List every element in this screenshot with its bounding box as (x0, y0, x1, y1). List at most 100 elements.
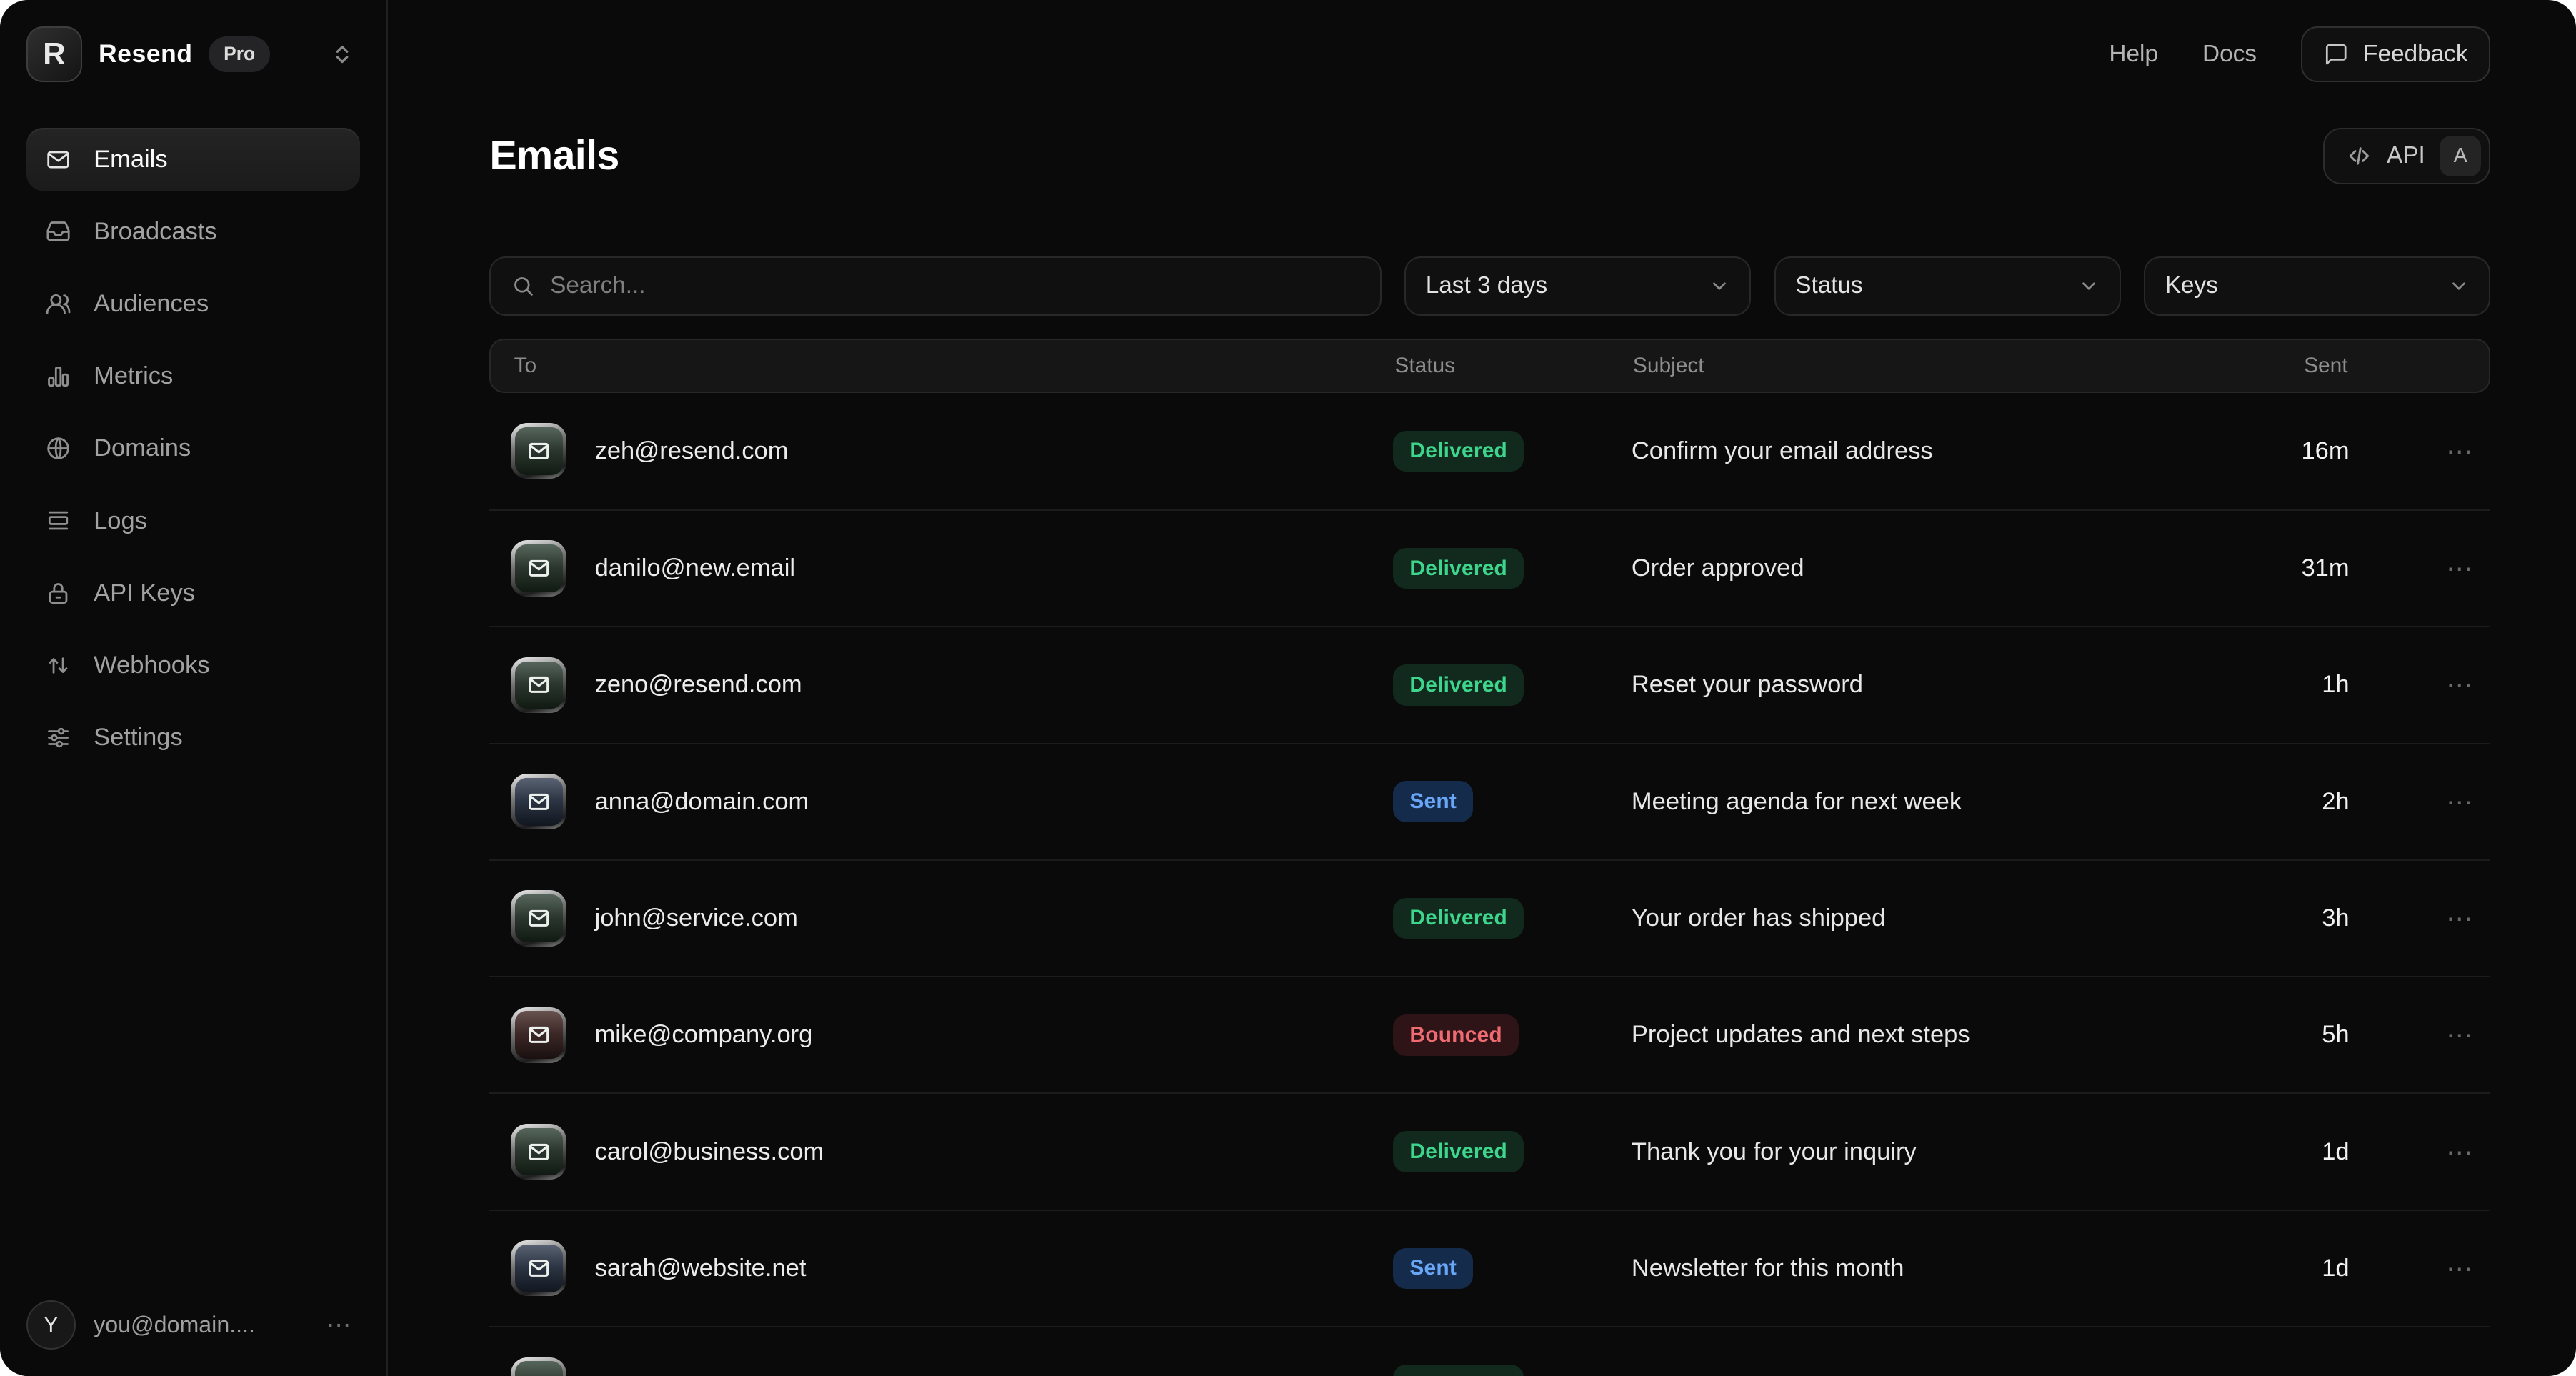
status-badge: Delivered (1393, 548, 1524, 589)
sidebar-item-label: Logs (94, 507, 147, 535)
status-badge: Bounced (1393, 1014, 1518, 1056)
search-icon (511, 274, 536, 299)
email-subject: Order approved (1632, 554, 2251, 582)
sidebar-item-logs[interactable]: Logs (26, 489, 360, 552)
feedback-button[interactable]: Feedback (2301, 26, 2490, 82)
column-subject: Subject (1633, 354, 2250, 378)
table-row[interactable]: danilo@new.email Delivered Order approve… (489, 509, 2490, 626)
page-title: Emails (489, 132, 619, 179)
topbar: Help Docs Feedback (489, 0, 2490, 82)
table-row[interactable]: Delivered ⋯ (489, 1326, 2490, 1376)
table-row[interactable]: john@service.com Delivered Your order ha… (489, 859, 2490, 976)
envelope-icon (526, 905, 552, 932)
status-badge: Sent (1393, 781, 1473, 822)
table-row[interactable]: zeno@resend.com Delivered Reset your pas… (489, 626, 2490, 742)
email-subject: Meeting agenda for next week (1632, 788, 2251, 816)
sidebar-item-label: Metrics (94, 362, 173, 390)
envelope-icon (526, 1022, 552, 1048)
workspace-switcher[interactable]: R Resend Pro (0, 0, 386, 82)
user-email: you@domain.... (94, 1312, 308, 1338)
search-box (489, 256, 1382, 316)
keys-filter[interactable]: Keys (2144, 256, 2490, 316)
metrics-icon (44, 362, 72, 390)
email-subject: Reset your password (1632, 671, 2251, 699)
envelope-icon (526, 438, 552, 464)
table-row[interactable]: zeh@resend.com Delivered Confirm your em… (489, 393, 2490, 509)
envelope-tile (511, 657, 566, 713)
sidebar-item-domains[interactable]: Domains (26, 417, 360, 479)
chevron-down-icon (1709, 275, 1730, 296)
logs-icon (44, 507, 72, 534)
sidebar-item-webhooks[interactable]: Webhooks (26, 634, 360, 697)
envelope-icon (526, 1372, 552, 1376)
sidebar-item-broadcasts[interactable]: Broadcasts (26, 201, 360, 263)
row-menu-ellipsis-icon[interactable]: ⋯ (2350, 553, 2491, 584)
envelope-tile (511, 423, 566, 479)
status-badge: Delivered (1393, 431, 1524, 472)
date-range-filter[interactable]: Last 3 days (1404, 256, 1751, 316)
email-subject: Confirm your email address (1632, 437, 2251, 465)
envelope-tile (511, 890, 566, 946)
filter-row: Last 3 days Status Keys (489, 256, 2490, 316)
search-input[interactable] (550, 272, 1360, 299)
status-badge: Delivered (1393, 898, 1524, 939)
row-menu-ellipsis-icon[interactable]: ⋯ (2350, 436, 2491, 467)
recipient-email: anna@domain.com (595, 788, 809, 816)
audiences-icon (44, 290, 72, 318)
row-menu-ellipsis-icon[interactable]: ⋯ (2350, 1137, 2491, 1167)
table-row[interactable]: mike@company.org Bounced Project updates… (489, 976, 2490, 1092)
sidebar-item-emails[interactable]: Emails (26, 128, 360, 190)
filter-selects: Last 3 days Status Keys (1404, 256, 2490, 316)
sidebar-item-api-keys[interactable]: API Keys (26, 562, 360, 624)
table-row[interactable]: anna@domain.com Sent Meeting agenda for … (489, 743, 2490, 859)
broadcast-icon (44, 218, 72, 246)
sent-time: 16m (2251, 437, 2350, 465)
recipient-email: carol@business.com (595, 1138, 824, 1166)
table-row[interactable]: sarah@website.net Sent Newsletter for th… (489, 1210, 2490, 1326)
brand-name: Resend (99, 39, 192, 69)
sent-time: 1h (2251, 671, 2350, 699)
sidebar-item-label: Audiences (94, 290, 209, 318)
docs-link[interactable]: Docs (2202, 41, 2257, 68)
row-menu-ellipsis-icon[interactable]: ⋯ (2350, 1253, 2491, 1284)
feedback-bubble-icon (2324, 42, 2349, 67)
recipient-email: zeh@resend.com (595, 437, 789, 465)
sent-time: 2h (2251, 788, 2350, 816)
row-menu-ellipsis-icon[interactable]: ⋯ (2350, 669, 2491, 700)
help-link[interactable]: Help (2109, 41, 2158, 68)
api-button[interactable]: API A (2323, 128, 2491, 184)
status-filter[interactable]: Status (1774, 256, 2121, 316)
envelope-tile (511, 774, 566, 829)
resend-logo: R (26, 26, 82, 82)
row-menu-ellipsis-icon[interactable]: ⋯ (2350, 787, 2491, 817)
table-body: zeh@resend.com Delivered Confirm your em… (489, 393, 2490, 1376)
email-subject: Newsletter for this month (1632, 1255, 2251, 1282)
user-menu-ellipsis-icon[interactable]: ⋯ (326, 1311, 354, 1340)
user-account-row[interactable]: Y you@domain.... ⋯ (0, 1277, 386, 1376)
row-menu-ellipsis-icon[interactable]: ⋯ (2350, 903, 2491, 934)
sent-time: 3h (2251, 904, 2350, 932)
envelope-icon (526, 555, 552, 582)
sidebar-item-label: Broadcasts (94, 218, 217, 246)
emails-table: To Status Subject Sent (489, 339, 2490, 1376)
email-subject: Your order has shipped (1632, 904, 2251, 932)
sidebar-item-label: Domains (94, 434, 191, 462)
main-content: Help Docs Feedback Emails API A (388, 0, 2576, 1376)
recipient-email: zeno@resend.com (595, 671, 802, 699)
sidebar-item-audiences[interactable]: Audiences (26, 273, 360, 335)
status-badge: Delivered (1393, 1365, 1524, 1376)
chevrons-up-down-icon[interactable] (331, 43, 354, 66)
row-menu-ellipsis-icon[interactable]: ⋯ (2350, 1370, 2491, 1376)
sidebar-item-settings[interactable]: Settings (26, 707, 360, 769)
row-menu-ellipsis-icon[interactable]: ⋯ (2350, 1019, 2491, 1050)
recipient-email: john@service.com (595, 904, 798, 932)
sidebar-item-metrics[interactable]: Metrics (26, 345, 360, 407)
recipient-email: danilo@new.email (595, 554, 796, 582)
column-status: Status (1394, 354, 1633, 378)
sidebar-item-label: Webhooks (94, 652, 209, 679)
table-header: To Status Subject Sent (489, 339, 2490, 393)
chevron-down-icon (2078, 275, 2100, 296)
sidebar: R Resend Pro Emails Broadcasts (0, 0, 388, 1376)
table-row[interactable]: carol@business.com Delivered Thank you f… (489, 1092, 2490, 1209)
column-sent: Sent (2250, 354, 2348, 378)
